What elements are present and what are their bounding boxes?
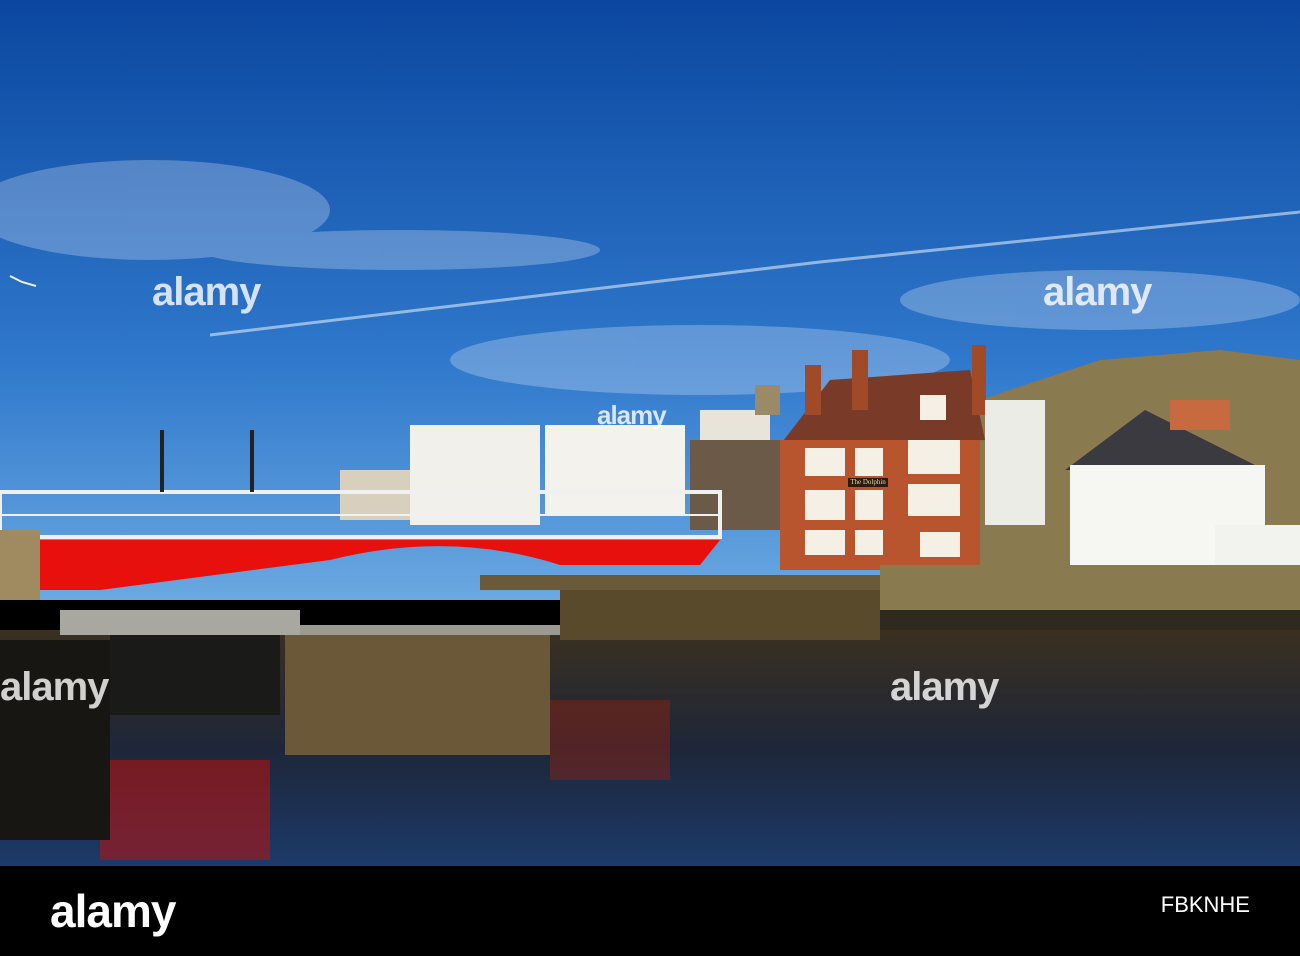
alamy-logo: alamy	[50, 885, 176, 937]
pub-sign: The Dolphin	[848, 478, 888, 487]
watermark: alamy	[152, 270, 261, 314]
footer-bar: alamy FBKNHE	[0, 866, 1300, 956]
watermark: alamy	[1043, 270, 1152, 314]
watermark: alamy	[597, 400, 667, 430]
watermark: alamy	[890, 665, 999, 709]
dolphin-building	[780, 345, 986, 570]
bridge-reflection	[550, 700, 670, 780]
watermark: alamy	[0, 665, 109, 709]
bridge-reflection	[100, 760, 270, 860]
image-id: FBKNHE	[1160, 892, 1250, 917]
quay-wall	[880, 565, 1300, 615]
harbour-photo	[0, 0, 1300, 866]
